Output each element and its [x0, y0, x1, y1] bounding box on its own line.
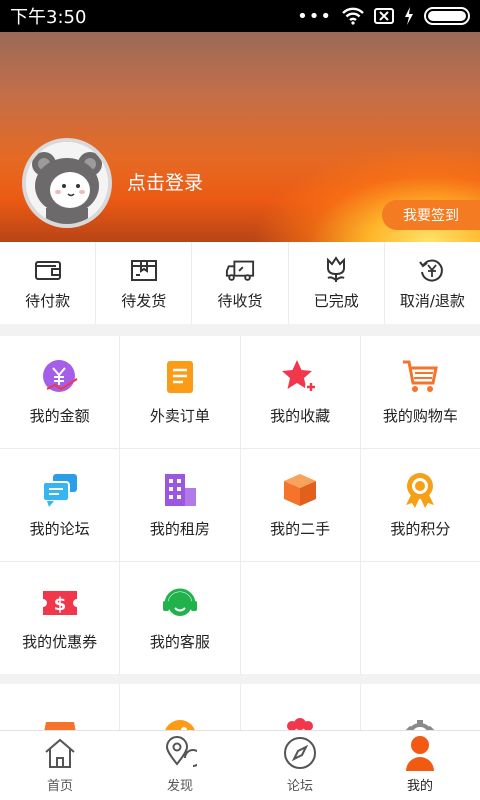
chat-bubbles-icon — [40, 472, 80, 508]
menu-item-store[interactable] — [0, 684, 120, 730]
status-bar: 下午3:50 ••• — [0, 0, 480, 32]
menu-empty-cell — [360, 562, 480, 674]
menu-empty-cell — [240, 562, 360, 674]
wifi-icon — [342, 7, 364, 25]
menu-label: 我的购物车 — [382, 406, 458, 425]
star-plus-icon — [280, 359, 320, 395]
charging-icon — [405, 7, 413, 25]
menu-item-group[interactable] — [240, 684, 360, 730]
bottom-tab-bar: 首页 发现 论坛 我的 — [0, 730, 480, 800]
menu-label: 我的优惠券 — [22, 632, 98, 651]
compass-icon — [282, 735, 318, 771]
menu-item-takeout-orders[interactable]: 外卖订单 — [120, 336, 240, 448]
tab-mine[interactable]: 我的 — [360, 731, 480, 800]
menu-item-settings[interactable] — [360, 684, 480, 730]
tab-home[interactable]: 首页 — [0, 731, 120, 800]
yen-coin-icon — [40, 359, 80, 395]
group-users-icon — [280, 710, 320, 730]
wallet-icon — [33, 256, 63, 284]
menu-item-favorites[interactable]: 我的收藏 — [240, 336, 360, 448]
menu-label: 我的租房 — [149, 519, 210, 538]
menu-item-forum[interactable]: 我的论坛 — [0, 449, 120, 561]
location-pin-icon — [162, 735, 198, 771]
building-icon — [160, 472, 200, 508]
menu-grid: 我的金额 外卖订单 我的收藏 我的购物车 我的论坛 我的租房 我的二手 我的积分… — [0, 336, 480, 674]
menu-item-points[interactable]: 我的积分 — [360, 449, 480, 561]
box-icon — [280, 472, 320, 508]
menu-label: 我的论坛 — [29, 519, 90, 538]
dollar-ticket-icon: $ — [40, 585, 80, 621]
refund-icon — [417, 256, 447, 284]
home-icon — [42, 735, 78, 771]
menu-label: 我的积分 — [390, 519, 451, 538]
order-label: 待发货 — [121, 291, 167, 310]
no-sim-icon — [374, 8, 394, 24]
person-icon — [402, 735, 438, 771]
tab-label: 发现 — [166, 779, 193, 794]
bear-avatar-icon — [26, 142, 108, 224]
order-pending-payment[interactable]: 待付款 — [0, 242, 97, 324]
menu-grid-secondary — [0, 684, 480, 730]
headset-icon — [160, 585, 200, 621]
order-label: 已完成 — [313, 291, 359, 310]
shopping-cart-icon — [400, 359, 440, 395]
award-ribbon-icon — [400, 472, 440, 508]
order-status-row: 待付款 待发货 待收货 已完成 取消/退款 — [0, 242, 480, 324]
menu-item-customer-service[interactable]: 我的客服 — [120, 562, 240, 674]
order-pending-receipt[interactable]: 待收货 — [192, 242, 289, 324]
order-refund[interactable]: 取消/退款 — [385, 242, 480, 324]
menu-label: 我的二手 — [270, 519, 331, 538]
menu-item-share[interactable] — [120, 684, 240, 730]
order-pending-shipment[interactable]: 待发货 — [96, 242, 193, 324]
tab-discover[interactable]: 发现 — [120, 731, 240, 800]
svg-text:$: $ — [53, 594, 66, 615]
login-link[interactable]: 点击登录 — [127, 168, 203, 195]
menu-item-rental[interactable]: 我的租房 — [120, 449, 240, 561]
menu-label: 我的金额 — [29, 406, 90, 425]
shop-awning-icon — [40, 710, 80, 730]
tab-label: 首页 — [46, 779, 73, 794]
status-icons: ••• — [297, 6, 470, 27]
order-label: 取消/退款 — [399, 291, 465, 310]
order-completed[interactable]: 已完成 — [289, 242, 385, 324]
package-icon — [129, 256, 159, 284]
more-dots-icon: ••• — [297, 5, 332, 27]
status-time: 下午3:50 — [10, 7, 87, 28]
menu-item-balance[interactable]: 我的金额 — [0, 336, 120, 448]
truck-icon — [225, 256, 255, 284]
gear-icon — [400, 710, 440, 730]
document-icon — [160, 359, 200, 395]
menu-item-coupons[interactable]: $ 我的优惠券 — [0, 562, 120, 674]
share-icon — [160, 710, 200, 730]
tulip-icon — [321, 255, 351, 284]
avatar[interactable] — [22, 138, 112, 228]
menu-label: 我的客服 — [149, 632, 210, 651]
order-label: 待付款 — [25, 291, 71, 310]
menu-item-secondhand[interactable]: 我的二手 — [240, 449, 360, 561]
order-label: 待收货 — [217, 291, 263, 310]
tab-label: 我的 — [406, 779, 433, 794]
checkin-button[interactable]: 我要签到 — [382, 200, 480, 230]
menu-item-cart[interactable]: 我的购物车 — [360, 336, 480, 448]
menu-label: 外卖订单 — [149, 406, 210, 425]
menu-label: 我的收藏 — [270, 406, 331, 425]
profile-header: 点击登录 我要签到 — [0, 32, 480, 242]
battery-icon — [424, 7, 470, 25]
tab-forum[interactable]: 论坛 — [240, 731, 360, 800]
tab-label: 论坛 — [286, 779, 313, 794]
